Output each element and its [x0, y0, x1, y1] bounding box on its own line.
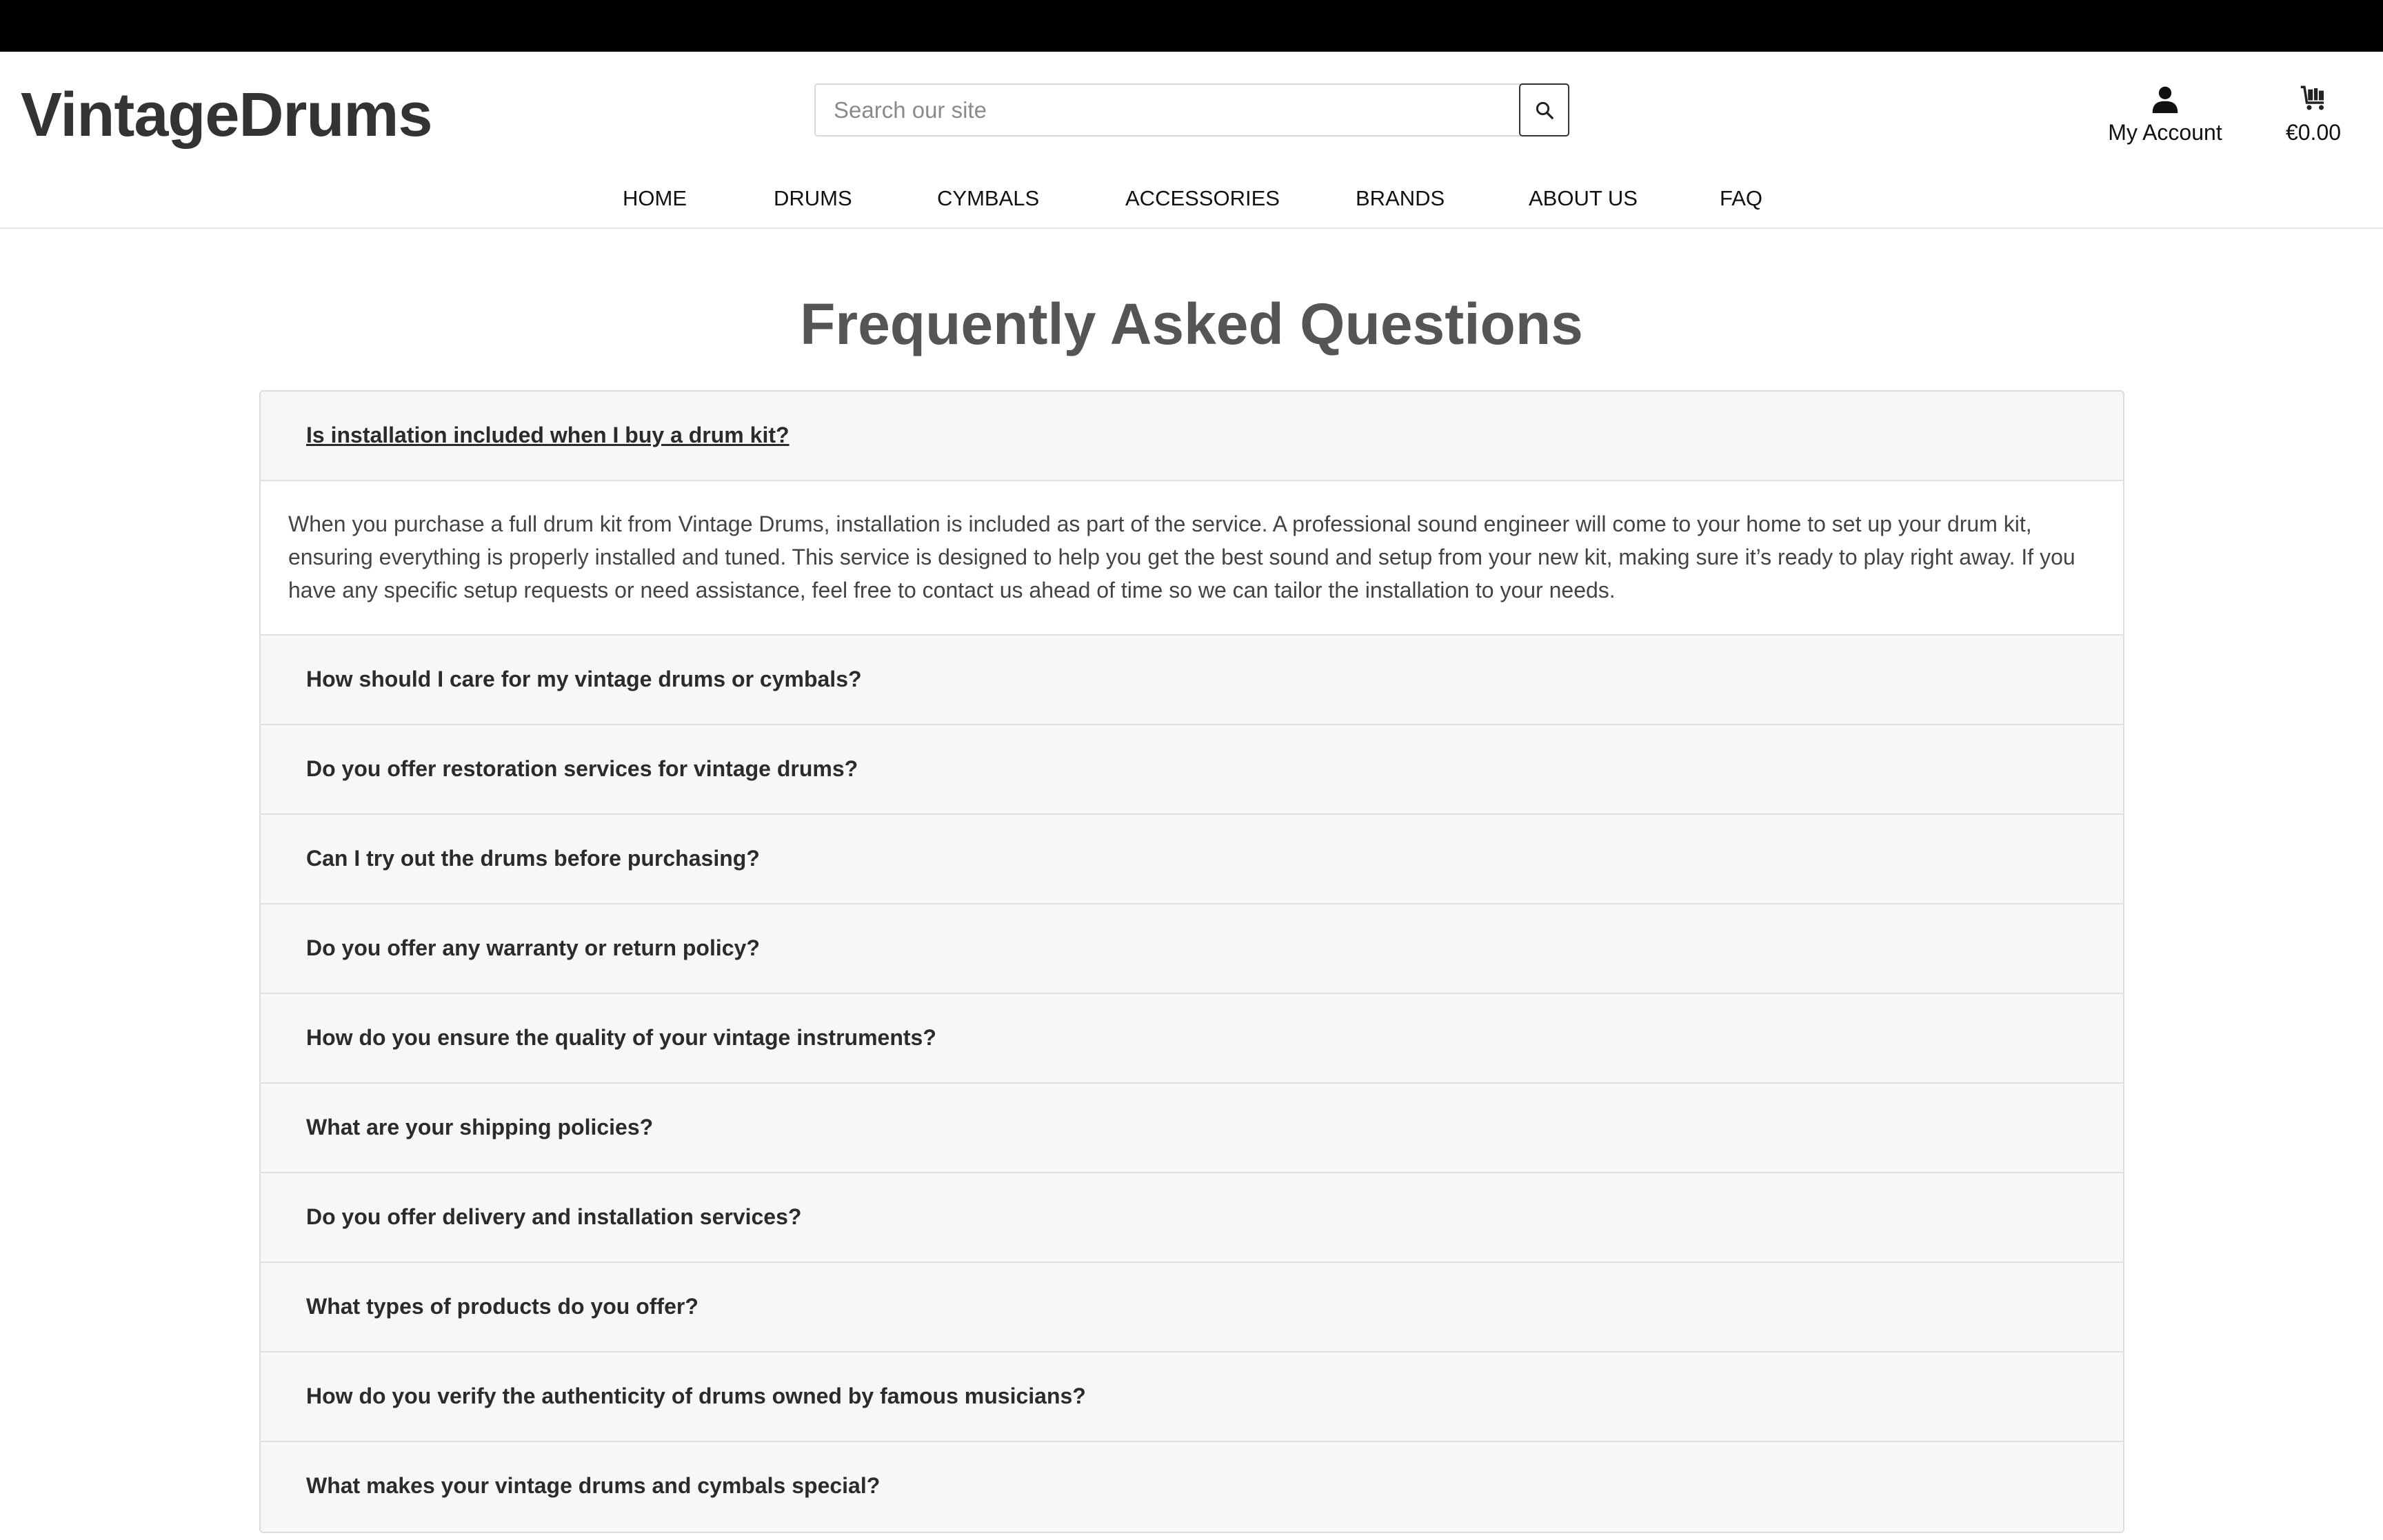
site-logo[interactable]: VintageDrums: [21, 77, 433, 153]
faq-question-quality[interactable]: How do you ensure the quality of your vi…: [261, 994, 2123, 1084]
faq-question-delivery[interactable]: Do you offer delivery and installation s…: [261, 1173, 2123, 1263]
faq-question-restoration[interactable]: Do you offer restoration services for vi…: [261, 725, 2123, 815]
main-nav: HOME DRUMS CYMBALS ACCESSORIES BRANDS AB…: [0, 179, 2383, 221]
cart-link[interactable]: €0.00: [2272, 81, 2355, 150]
faq-question-label: How should I care for my vintage drums o…: [306, 667, 862, 691]
nav-item-accessories[interactable]: ACCESSORIES: [1125, 186, 1280, 211]
faq-answer-text: When you purchase a full drum kit from V…: [288, 511, 2075, 602]
faq-question-try-out[interactable]: Can I try out the drums before purchasin…: [261, 815, 2123, 904]
page-title: Frequently Asked Questions: [800, 292, 1583, 356]
faq-question-installation[interactable]: Is installation included when I buy a dr…: [261, 392, 2123, 481]
faq-question-care[interactable]: How should I care for my vintage drums o…: [261, 636, 2123, 725]
nav-item-faq[interactable]: FAQ: [1720, 186, 1762, 211]
faq-question-label: What makes your vintage drums and cymbal…: [306, 1473, 881, 1498]
cart-total: €0.00: [2285, 120, 2342, 145]
my-account-label: My Account: [2108, 120, 2222, 145]
faq-question-authenticity[interactable]: How do you verify the authenticity of dr…: [261, 1352, 2123, 1442]
faq-question-label: Do you offer delivery and installation s…: [306, 1204, 802, 1229]
faq-question-shipping[interactable]: What are your shipping policies?: [261, 1084, 2123, 1173]
nav-item-drums[interactable]: DRUMS: [774, 186, 852, 211]
faq-question-label: What are your shipping policies?: [306, 1115, 654, 1139]
faq-question-warranty[interactable]: Do you offer any warranty or return poli…: [261, 904, 2123, 994]
faq-question-label: What types of products do you offer?: [306, 1294, 698, 1319]
user-icon: [2152, 86, 2178, 114]
search-icon: [1536, 101, 1554, 119]
faq-question-special[interactable]: What makes your vintage drums and cymbal…: [261, 1442, 2123, 1532]
faq-question-label: How do you ensure the quality of your vi…: [306, 1025, 936, 1050]
faq-question-label: Can I try out the drums before purchasin…: [306, 846, 760, 871]
nav-item-brands[interactable]: BRANDS: [1356, 186, 1445, 211]
search-input[interactable]: [816, 85, 1519, 135]
cart-icon: [2300, 85, 2324, 110]
my-account-link[interactable]: My Account: [2100, 81, 2231, 150]
nav-item-about-us[interactable]: ABOUT US: [1529, 186, 1638, 211]
top-bar: [0, 0, 2383, 52]
search-box: [814, 83, 1569, 136]
faq-accordion: Is installation included when I buy a dr…: [259, 390, 2124, 1533]
faq-question-label: Do you offer any warranty or return poli…: [306, 935, 760, 960]
nav-divider: [0, 227, 2383, 229]
faq-answer-installation: When you purchase a full drum kit from V…: [261, 481, 2123, 636]
faq-question-label: Do you offer restoration services for vi…: [306, 756, 858, 781]
faq-question-label: Is installation included when I buy a dr…: [306, 423, 790, 447]
faq-question-products[interactable]: What types of products do you offer?: [261, 1263, 2123, 1352]
faq-question-label: How do you verify the authenticity of dr…: [306, 1384, 1086, 1408]
search-button[interactable]: [1519, 83, 1569, 136]
nav-item-home[interactable]: HOME: [623, 186, 687, 211]
nav-item-cymbals[interactable]: CYMBALS: [937, 186, 1039, 211]
